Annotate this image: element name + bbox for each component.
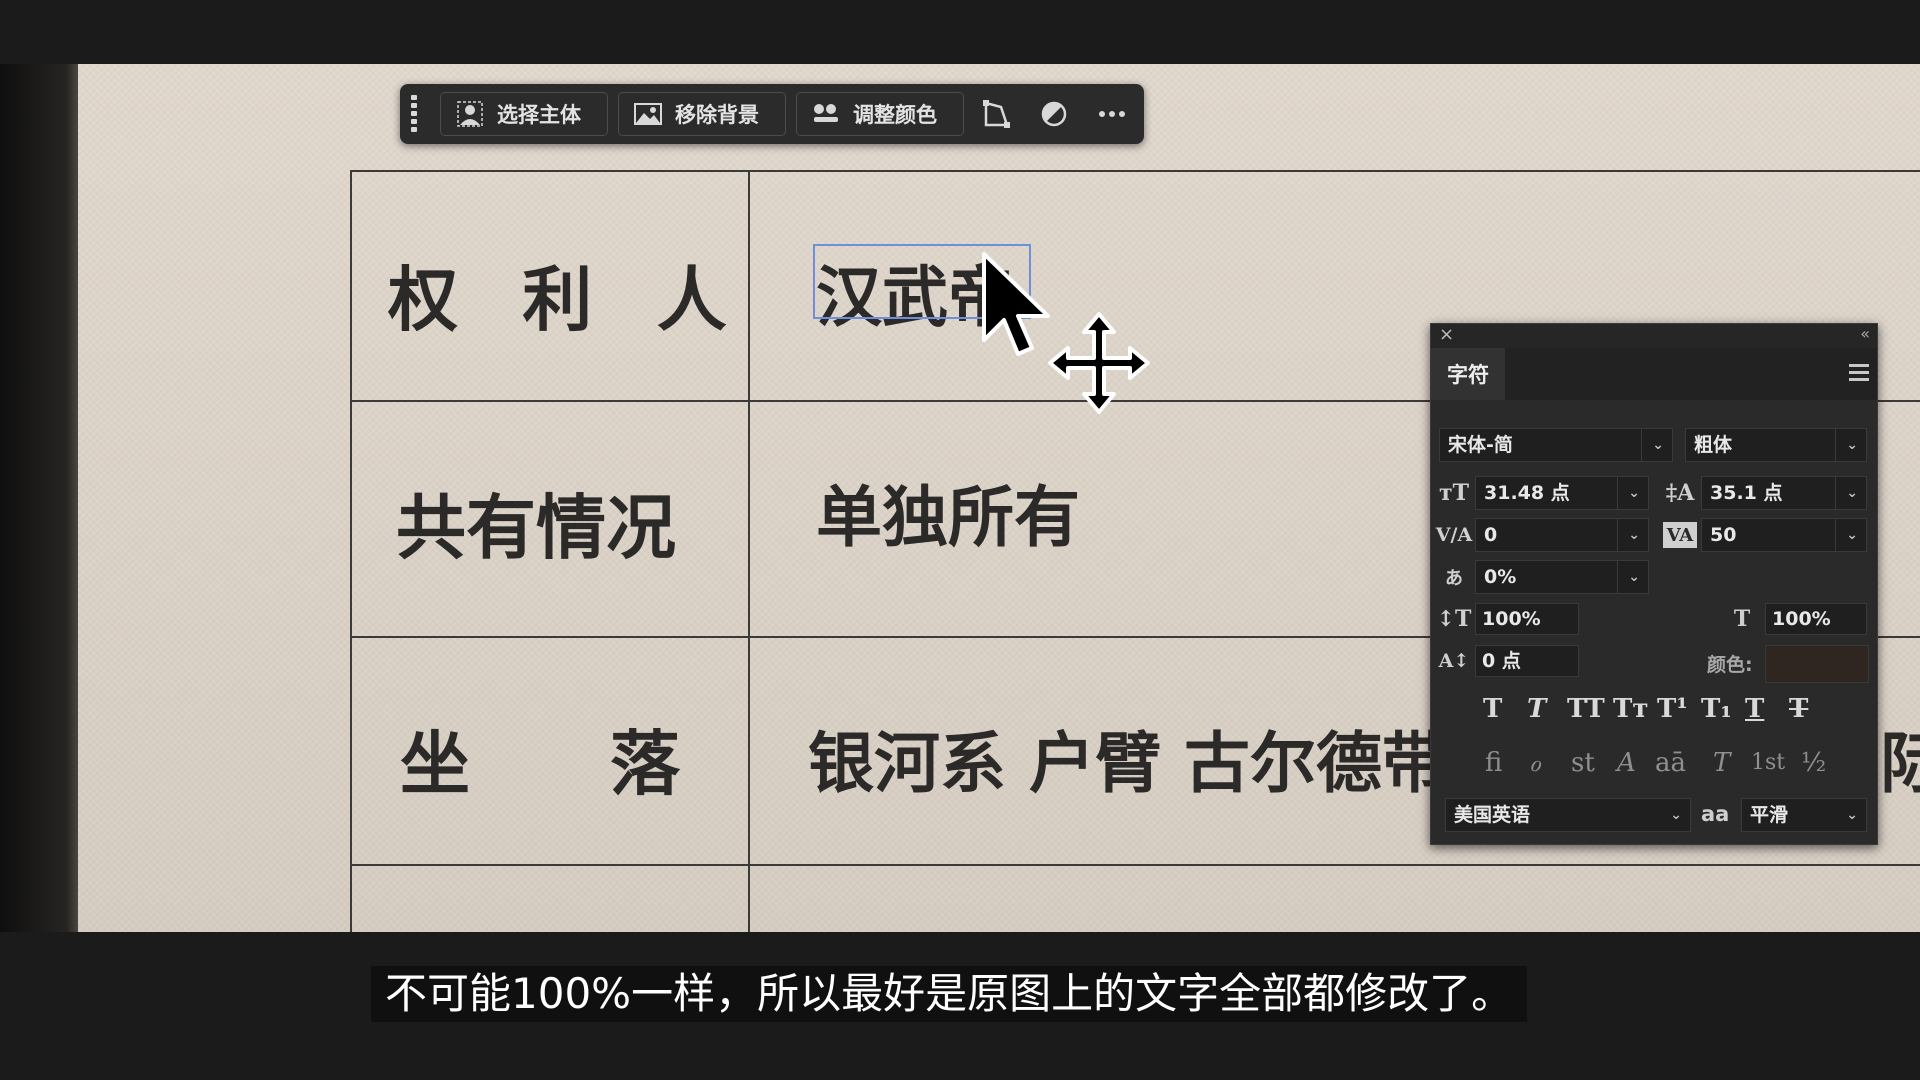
chevron-down-icon[interactable]: ⌄ <box>1617 561 1648 593</box>
all-caps-button[interactable]: TT <box>1567 694 1605 724</box>
image-icon <box>633 101 663 127</box>
leading-value: 35.1 点 <box>1710 482 1783 504</box>
font-size-value: 31.48 点 <box>1484 482 1570 504</box>
antialias-dropdown[interactable]: 平滑 ⌄ <box>1741 798 1867 832</box>
drag-handle-icon[interactable] <box>408 92 420 136</box>
more-icon[interactable] <box>1094 96 1130 132</box>
panel-menu-icon[interactable] <box>1849 364 1869 385</box>
row-value-fragment: 际 <box>1880 724 1920 802</box>
kerning-field[interactable]: 0 ⌄ <box>1475 518 1649 552</box>
fractions-button[interactable]: ½ <box>1801 748 1826 778</box>
move-cursor-icon <box>1048 312 1150 418</box>
horizontal-scale-field[interactable]: 100% <box>1765 603 1867 635</box>
vertical-scale-icon: ↕T <box>1436 606 1472 632</box>
contrast-icon[interactable] <box>1036 96 1072 132</box>
row-value: 单独所有 <box>816 478 1080 556</box>
character-panel[interactable]: × ‹‹ 字符 宋体-简 ⌄ 粗体 ⌄ ᴛT 31.48 点 ⌄ ‡A 35.1… <box>1430 323 1878 845</box>
font-family-dropdown[interactable]: 宋体-简 ⌄ <box>1439 428 1673 462</box>
tracking-icon: VA <box>1663 522 1697 548</box>
row-value: 银河系 户臂 古尔德带 <box>808 724 1448 802</box>
remove-background-label: 移除背景 <box>675 103 759 127</box>
row-label: 坐 落 <box>400 722 680 805</box>
select-subject-button[interactable]: 选择主体 <box>440 92 608 136</box>
document-edge-shadow <box>0 64 78 932</box>
horizontal-scale-icon: T <box>1733 606 1751 632</box>
antialias-value: 平滑 <box>1750 804 1789 826</box>
superscript-button[interactable]: T¹ <box>1657 694 1688 724</box>
small-caps-button[interactable]: Tт <box>1613 694 1648 724</box>
baseline-shift-icon: A↕ <box>1438 650 1470 672</box>
contextual-alternates-button[interactable]: ℴ <box>1529 748 1541 778</box>
panel-title-bar[interactable]: × ‹‹ <box>1431 324 1877 348</box>
contextual-task-bar[interactable]: 选择主体 移除背景 调整颜色 <box>400 84 1144 144</box>
underline-button[interactable]: T <box>1745 694 1764 724</box>
chevron-down-icon[interactable]: ⌄ <box>1835 477 1866 509</box>
kerning-icon: V/A <box>1435 524 1473 546</box>
kerning-value: 0 <box>1484 524 1498 546</box>
tab-character[interactable]: 字符 <box>1431 348 1505 400</box>
language-dropdown[interactable]: 美国英语 ⌄ <box>1445 798 1691 832</box>
chevron-down-icon[interactable]: ⌄ <box>1617 519 1648 551</box>
panel-tab-bar: 字符 <box>1431 348 1877 400</box>
vertical-scale-field[interactable]: 100% <box>1475 603 1579 635</box>
collapse-icon[interactable]: ‹‹ <box>1860 324 1870 343</box>
table-line <box>350 864 1920 866</box>
leading-field[interactable]: 35.1 点 ⌄ <box>1701 476 1867 510</box>
adjust-color-label: 调整颜色 <box>853 103 937 127</box>
discretionary-ligature-button[interactable]: st <box>1571 748 1595 778</box>
chevron-down-icon[interactable]: ⌄ <box>1670 799 1682 831</box>
transform-icon[interactable] <box>978 96 1014 132</box>
ordinals-button[interactable]: 1st <box>1751 750 1785 775</box>
subscript-button[interactable]: T₁ <box>1701 694 1732 724</box>
baseline-shift-field[interactable]: 0 点 <box>1475 645 1579 677</box>
table-line <box>748 170 750 932</box>
adjust-color-button[interactable]: 调整颜色 <box>796 92 964 136</box>
chevron-down-icon[interactable]: ⌄ <box>1641 429 1672 461</box>
table-line <box>350 170 1920 172</box>
chevron-down-icon[interactable]: ⌄ <box>1835 519 1866 551</box>
font-style-dropdown[interactable]: 粗体 ⌄ <box>1685 428 1867 462</box>
font-style-value: 粗体 <box>1694 434 1733 456</box>
chevron-down-icon[interactable]: ⌄ <box>1835 429 1866 461</box>
titling-alternates-button[interactable]: T <box>1713 748 1730 778</box>
font-size-field[interactable]: 31.48 点 ⌄ <box>1475 476 1649 510</box>
ligature-button[interactable]: ﬁ <box>1485 748 1502 778</box>
tracking-field[interactable]: 50 ⌄ <box>1701 518 1867 552</box>
font-family-value: 宋体-简 <box>1448 434 1513 456</box>
tsume-field[interactable]: 0% ⌄ <box>1475 560 1649 594</box>
chevron-down-icon[interactable]: ⌄ <box>1617 477 1648 509</box>
faux-italic-button[interactable]: T <box>1527 694 1546 724</box>
faux-bold-button[interactable]: T <box>1483 694 1502 724</box>
adjust-icon <box>811 101 841 127</box>
stylistic-alternates-button[interactable]: aā <box>1655 748 1686 778</box>
table-line <box>350 170 352 932</box>
tsume-icon: あ <box>1445 568 1463 589</box>
leading-icon: ‡A <box>1665 480 1695 506</box>
select-subject-label: 选择主体 <box>497 103 581 127</box>
language-value: 美国英语 <box>1454 804 1531 826</box>
color-swatch[interactable] <box>1765 645 1869 683</box>
chevron-down-icon[interactable]: ⌄ <box>1846 799 1858 831</box>
person-icon <box>455 101 485 127</box>
color-label: 颜色: <box>1707 654 1753 676</box>
subtitle-caption: 不可能100%一样，所以最好是原图上的文字全部都修改了。 <box>371 966 1528 1022</box>
row-label: 权 利 人 <box>388 258 747 341</box>
tracking-value: 50 <box>1710 524 1737 546</box>
remove-background-button[interactable]: 移除背景 <box>618 92 786 136</box>
strikethrough-button[interactable]: T <box>1789 694 1808 724</box>
row-label: 共有情况 <box>396 486 676 569</box>
swash-button[interactable]: A <box>1617 748 1636 778</box>
mouse-pointer-icon <box>980 250 1058 364</box>
antialias-icon: aa <box>1701 802 1730 826</box>
tsume-value: 0% <box>1484 566 1517 588</box>
close-icon[interactable]: × <box>1439 324 1454 345</box>
font-size-icon: ᴛT <box>1438 480 1469 506</box>
